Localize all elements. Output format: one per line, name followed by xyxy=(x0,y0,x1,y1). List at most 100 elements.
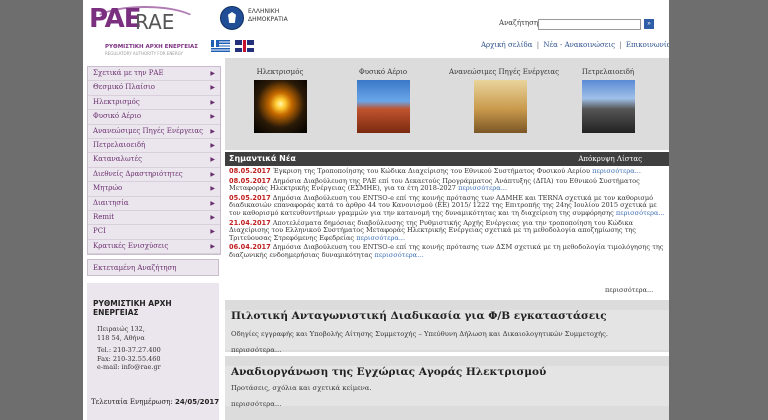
news-more-link[interactable]: περισσότερα... xyxy=(592,167,641,175)
sidebar-item-renewables[interactable]: Ανανεώσιμες Πηγές Ενέργειας ▶ xyxy=(88,125,220,139)
main-content: Ηλεκτρισμός Φυσικό Αέριο Ανανεώσιμες Πηγ… xyxy=(225,58,669,420)
feature-box-title[interactable]: Αναδιοργάνωση της Εγχώριας Αγοράς Ηλεκτρ… xyxy=(231,366,546,378)
last-update: Τελευταία Ενημέρωση: 24/05/2017 xyxy=(91,398,219,406)
list-item: 06.04.2017 Δημόσια Διαβούλευση του ENTSO-… xyxy=(229,244,665,259)
sidebar-item-remit[interactable]: Remit ▶ xyxy=(88,211,220,226)
sidebar-item-consumers[interactable]: Καταναλωτές ▶ xyxy=(88,153,220,168)
category-renewables[interactable]: Ανανεώσιμες Πηγές Ενέργειας xyxy=(449,68,560,133)
sidebar-item-pci[interactable]: PCI ▶ xyxy=(88,225,220,240)
link-separator: | xyxy=(619,41,622,49)
news-text[interactable]: Δημόσια Διαβούλευση της ΡΑΕ επί του Δεκα… xyxy=(229,177,640,193)
triangle-right-icon: ▶ xyxy=(210,156,215,164)
sidebar-item-label: Διεθνείς Δραστηριότητες xyxy=(93,169,183,178)
page: PAE RAE ΡΥΘΜΙΣΤΙΚΗ ΑΡΧΗ ΕΝΕΡΓΕΙΑΣ REGULA… xyxy=(83,0,669,420)
search-input[interactable] xyxy=(538,19,641,30)
sidebar-item-label: Ανανεώσιμες Πηγές Ενέργειας xyxy=(93,126,204,135)
sidebar-item-label: Φυσικό Αέριο xyxy=(93,112,142,121)
category-label: Ηλεκτρισμός xyxy=(256,68,304,76)
email[interactable]: e-mail: info@rae.gr xyxy=(97,363,161,372)
triangle-right-icon: ▶ xyxy=(210,84,215,92)
sidebar-item-label: Remit xyxy=(93,212,115,221)
org-name-line2: ΕΝΕΡΓΕΙΑΣ xyxy=(93,308,139,317)
sidebar-item-label: Ηλεκτρισμός xyxy=(93,97,140,106)
gov-line1: ΕΛΛΗΝΙΚΗ xyxy=(248,8,280,15)
news-list: 08.05.2017 Έγκριση της Τροποποίησης του Κ… xyxy=(229,167,665,262)
list-item: 21.04.2017 Αποτελέσματα δημόσιας διαβούλε… xyxy=(229,219,665,243)
last-update-label: Τελευταία Ενημέρωση: xyxy=(91,398,173,406)
news-more-link[interactable]: περισσότερα... xyxy=(458,184,507,192)
triangle-right-icon: ▶ xyxy=(210,98,215,106)
feature-box-more-link[interactable]: περισσότερα... xyxy=(231,346,281,354)
link-separator: | xyxy=(536,41,540,49)
news-more-all-link[interactable]: περισσότερα... xyxy=(605,286,653,294)
org-name-line1: ΡΥΘΜΙΣΤΙΚΗ ΑΡΧΗ xyxy=(93,299,172,308)
sidebar-item-label: PCI xyxy=(93,227,106,236)
category-label: Ανανεώσιμες Πηγές Ενέργειας xyxy=(449,68,560,76)
list-item: 05.05.2017 Δημόσια Διαβούλευση του ENTSO-… xyxy=(229,194,665,218)
category-electricity[interactable]: Ηλεκτρισμός xyxy=(229,68,331,133)
link-news[interactable]: Νέα - Ανακοινώσεις xyxy=(543,41,615,49)
top-links: Αρχική σελίδα | Νέα - Ανακοινώσεις | Επι… xyxy=(481,41,669,49)
advanced-search-link[interactable]: Εκτεταμένη Αναζήτηση xyxy=(87,259,219,276)
sidebar-item-label: Πετρελαιοειδή xyxy=(93,140,146,149)
triangle-right-icon: ▶ xyxy=(210,141,215,149)
triangle-right-icon: ▶ xyxy=(210,199,215,207)
lightbulb-image[interactable] xyxy=(253,80,307,133)
link-home[interactable]: Αρχική σελίδα xyxy=(481,41,532,49)
news-text[interactable]: Δημόσια Διαβούλευση του ENTSO-e επί της … xyxy=(229,194,657,217)
logo-pae: PAE xyxy=(89,4,142,34)
category-petroleum[interactable]: Πετρελαιοειδή xyxy=(557,68,659,133)
triangle-right-icon: ▶ xyxy=(210,213,215,221)
triangle-right-icon: ▶ xyxy=(210,242,215,250)
sidebar-item-international[interactable]: Διεθνείς Δραστηριότητες ▶ xyxy=(88,168,220,183)
address-street: Πειραιώς 132, xyxy=(97,325,145,333)
sidebar-item-petroleum[interactable]: Πετρελαιοειδή ▶ xyxy=(88,139,220,154)
news-date: 08.05.2017 xyxy=(229,167,271,175)
fax: Fax: 210-32.55.460 xyxy=(97,354,161,363)
org-name: ΡΥΘΜΙΣΤΙΚΗ ΑΡΧΗ ΕΝΕΡΓΕΙΑΣ xyxy=(93,299,172,317)
sidebar-item-arbitration[interactable]: Διαιτησία ▶ xyxy=(88,197,220,211)
rae-logo[interactable]: PAE RAE ΡΥΘΜΙΣΤΙΚΗ ΑΡΧΗ ΕΝΕΡΓΕΙΑΣ REGULA… xyxy=(89,4,219,56)
address-box: ΡΥΘΜΙΣΤΙΚΗ ΑΡΧΗ ΕΝΕΡΓΕΙΑΣ Πειραιώς 132, … xyxy=(87,283,219,420)
sidebar-item-about[interactable]: Σχετικά με την ΡΑΕ ▶ xyxy=(88,67,220,82)
news-more-link[interactable]: περισσότερα... xyxy=(375,251,424,259)
sidebar-item-label: Σχετικά με την ΡΑΕ xyxy=(93,69,164,77)
news-text[interactable]: Δημόσια Διαβούλευση του ENTSO-e επί της … xyxy=(229,243,664,259)
feature-box-more-link[interactable]: περισσότερα... xyxy=(231,400,281,408)
triangle-right-icon: ▶ xyxy=(210,113,215,121)
search-label: Αναζήτηση xyxy=(499,19,539,27)
category-strip: Ηλεκτρισμός Φυσικό Αέριο Ανανεώσιμες Πηγ… xyxy=(225,58,669,150)
last-update-date: 24/05/2017 xyxy=(175,398,220,406)
gov-line2: ΔΗΜΟΚΡΑΤΙΑ xyxy=(248,16,288,23)
sidebar-item-label: Διαιτησία xyxy=(93,198,129,207)
sidebar-item-natural-gas[interactable]: Φυσικό Αέριο ▶ xyxy=(88,110,220,125)
english-flag-icon[interactable] xyxy=(235,40,254,52)
feature-box-title[interactable]: Πιλοτική Ανταγωνιστική Διαδικασία για Φ/… xyxy=(231,310,607,322)
logo-subtitle-gr: ΡΥΘΜΙΣΤΙΚΗ ΑΡΧΗ ΕΝΕΡΓΕΙΑΣ xyxy=(105,44,199,50)
news-text[interactable]: Αποτελέσματα δημόσιας διαβούλευσης της Ρ… xyxy=(229,219,636,242)
sidebar-item-label: Καταναλωτές xyxy=(93,155,143,164)
sidebar-item-electricity[interactable]: Ηλεκτρισμός ▶ xyxy=(88,96,220,111)
sidebar-item-legal[interactable]: Θεσμικό Πλαίσιο ▶ xyxy=(88,81,220,96)
greek-flag-icon[interactable] xyxy=(211,40,230,52)
hide-list-link[interactable]: Απόκρυψη Λίστας xyxy=(578,152,642,166)
address-city: 118 54, Αθήνα xyxy=(97,333,145,342)
search-button[interactable]: » xyxy=(644,19,654,29)
sidebar-item-registry[interactable]: Μητρώο ▶ xyxy=(88,182,220,197)
triangle-right-icon: ▶ xyxy=(210,70,215,77)
news-more-link[interactable]: περισσότερα... xyxy=(616,209,665,217)
gov-label: ΕΛΛΗΝΙΚΗ ΔΗΜΟΚΡΑΤΙΑ xyxy=(248,8,288,24)
list-item: 08.05.2017 Έγκριση της Τροποποίησης του Κ… xyxy=(229,167,665,176)
oil-tanks-image[interactable] xyxy=(581,80,635,133)
category-natural-gas[interactable]: Φυσικό Αέριο xyxy=(332,68,434,133)
sidebar-item-state-aid[interactable]: Κρατικές Ενισχύσεις ▶ xyxy=(88,240,220,255)
feature-box-market: Αναδιοργάνωση της Εγχώριας Αγοράς Ηλεκτρ… xyxy=(225,356,669,420)
wind-turbine-image[interactable] xyxy=(473,80,527,133)
feature-box-text: Οδηγίες εγγραφής και Υποβολής Αίτησης Συ… xyxy=(231,330,609,338)
news-text[interactable]: Έγκριση της Τροποποίησης του Κώδικα Διαχ… xyxy=(273,167,590,175)
news-more-link[interactable]: περισσότερα... xyxy=(356,234,405,242)
link-contact[interactable]: Επικοινωνία xyxy=(626,41,669,49)
logo-rae: RAE xyxy=(135,10,175,34)
category-label: Φυσικό Αέριο xyxy=(358,68,408,76)
gas-plant-image[interactable] xyxy=(356,80,410,133)
